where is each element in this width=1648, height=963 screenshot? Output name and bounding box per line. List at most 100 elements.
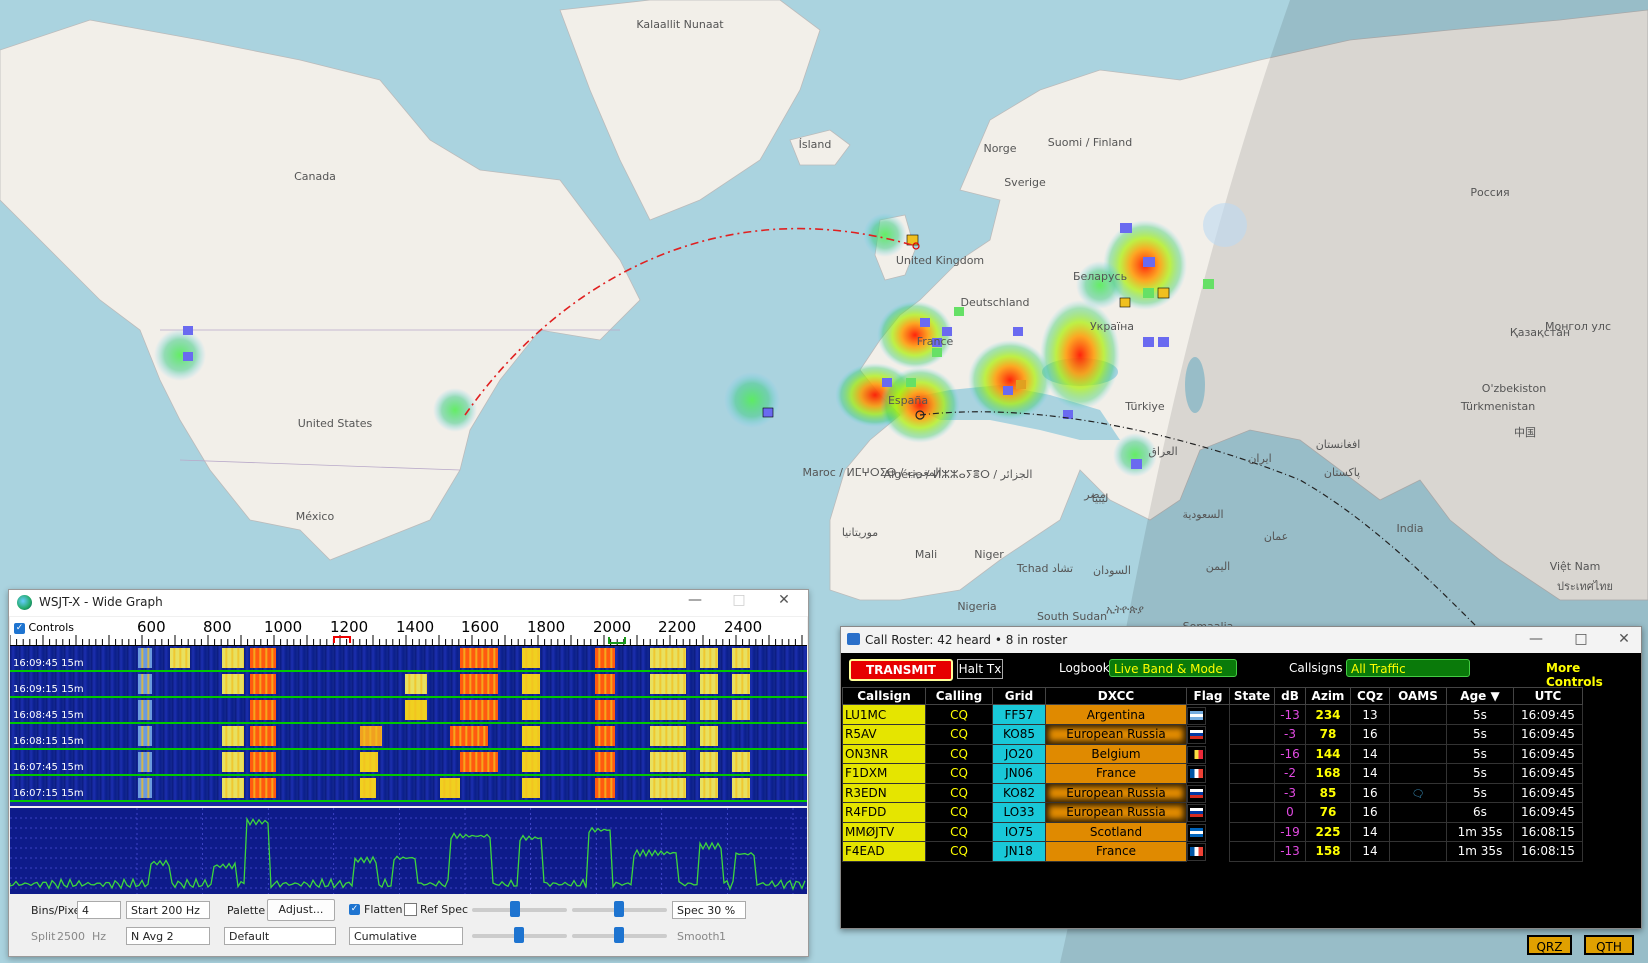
flag-cell[interactable] (1187, 784, 1206, 803)
cqz-cell[interactable]: 16 (1350, 724, 1390, 745)
calling-cell[interactable]: CQ (925, 763, 993, 784)
minimize-icon[interactable]: — (1521, 631, 1551, 647)
frequency-scale[interactable]: ✓ Controls 600 800 1000 1200 1400 1600 1… (10, 617, 807, 646)
azim-cell[interactable]: 158 (1305, 841, 1351, 862)
state-cell[interactable] (1229, 841, 1275, 862)
state-cell[interactable] (1229, 724, 1275, 745)
roster-row[interactable]: ON3NR CQ JO20 Belgium -16 144 14 5s 16:09:45 (842, 743, 1583, 764)
state-cell[interactable] (1229, 782, 1275, 803)
wide-graph-titlebar[interactable]: WSJT-X - Wide Graph — □ ✕ (9, 590, 808, 616)
col-dxcc[interactable]: DXCC (1045, 687, 1187, 705)
azim-cell[interactable]: 76 (1305, 802, 1351, 823)
minimize-icon[interactable]: — (680, 592, 710, 608)
cqz-cell[interactable]: 14 (1350, 821, 1390, 842)
db-cell[interactable]: -16 (1274, 743, 1306, 764)
spec-gain-slider-handle[interactable] (514, 927, 524, 943)
calling-cell[interactable]: CQ (925, 704, 993, 725)
col-age[interactable]: Age ▼ (1446, 687, 1514, 705)
grid-cell[interactable]: IO75 (992, 821, 1046, 842)
qrz-button[interactable]: QRZ (1527, 935, 1572, 955)
oams-cell[interactable] (1389, 704, 1447, 725)
close-icon[interactable]: ✕ (1609, 631, 1639, 647)
callsign-cell[interactable]: R4FDD (842, 802, 926, 823)
calling-cell[interactable]: CQ (925, 782, 993, 803)
palette-select[interactable]: Default (224, 927, 336, 945)
utc-cell[interactable]: 16:09:45 (1513, 763, 1583, 784)
dxcc-cell[interactable]: European Russia (1045, 724, 1187, 745)
zero-slider-handle[interactable] (614, 901, 624, 917)
state-cell[interactable] (1229, 743, 1275, 764)
grid-cell[interactable]: FF57 (992, 704, 1046, 725)
col-azim[interactable]: Azim (1305, 687, 1351, 705)
col-flag[interactable]: Flag (1186, 687, 1230, 705)
calling-cell[interactable]: CQ (925, 821, 993, 842)
db-cell[interactable]: 0 (1274, 802, 1306, 823)
transmit-button[interactable]: TRANSMIT (849, 659, 953, 681)
start-frequency-spinbox[interactable]: Start 200 Hz (126, 901, 210, 919)
dxcc-cell[interactable]: Argentina (1045, 704, 1187, 725)
spec-zero-slider-handle[interactable] (614, 927, 624, 943)
refspec-checkbox[interactable] (404, 903, 417, 916)
halt-tx-button[interactable]: Halt Tx (957, 659, 1003, 679)
cqz-cell[interactable]: 14 (1350, 743, 1390, 764)
col-callsign[interactable]: Callsign (842, 687, 926, 705)
col-db[interactable]: dB (1274, 687, 1306, 705)
gain-slider-handle[interactable] (510, 901, 520, 917)
flag-cell[interactable] (1187, 726, 1206, 744)
utc-cell[interactable]: 16:09:45 (1513, 704, 1583, 725)
flag-cell[interactable] (1187, 823, 1206, 842)
col-cqz[interactable]: CQz (1350, 687, 1390, 705)
col-oams[interactable]: OAMS (1389, 687, 1447, 705)
call-roster-window[interactable]: Call Roster: 42 heard • 8 in roster — □ … (840, 626, 1642, 929)
azim-cell[interactable]: 168 (1305, 763, 1351, 784)
grid-cell[interactable]: KO85 (992, 724, 1046, 745)
utc-cell[interactable]: 16:08:15 (1513, 821, 1583, 842)
oams-cell[interactable] (1389, 743, 1447, 764)
cqz-cell[interactable]: 13 (1350, 704, 1390, 725)
callsigns-select[interactable]: All Traffic (1346, 659, 1470, 677)
flag-cell[interactable] (1187, 765, 1206, 783)
dxcc-cell[interactable]: Belgium (1045, 743, 1187, 764)
logbook-select[interactable]: Live Band & Mode (1109, 659, 1237, 677)
wide-graph-window[interactable]: WSJT-X - Wide Graph — □ ✕ ✓ Controls 600… (8, 589, 809, 957)
cqz-cell[interactable]: 16 (1350, 802, 1390, 823)
oams-cell[interactable] (1389, 724, 1447, 745)
age-cell[interactable]: 6s (1446, 802, 1514, 823)
cqz-cell[interactable]: 16 (1350, 782, 1390, 803)
roster-row[interactable]: R3EDN CQ KO82 European Russia -3 85 16 🗨 5s 16:09… (842, 782, 1583, 803)
age-cell[interactable]: 5s (1446, 743, 1514, 764)
dxcc-cell[interactable]: France (1045, 763, 1187, 784)
col-calling[interactable]: Calling (925, 687, 993, 705)
utc-cell[interactable]: 16:09:45 (1513, 724, 1583, 745)
grid-cell[interactable]: JO20 (992, 743, 1046, 764)
state-cell[interactable] (1229, 802, 1275, 823)
grid-cell[interactable]: KO82 (992, 782, 1046, 803)
calling-cell[interactable]: CQ (925, 743, 993, 764)
bins-pixel-spinbox[interactable]: 4 (77, 901, 121, 919)
age-cell[interactable]: 5s (1446, 763, 1514, 784)
db-cell[interactable]: -13 (1274, 841, 1306, 862)
age-cell[interactable]: 5s (1446, 704, 1514, 725)
age-cell[interactable]: 1m 35s (1446, 821, 1514, 842)
waterfall-display[interactable]: 16:09:45 15m 16:09:15 15m 16:08:45 15m 16:0… (10, 646, 807, 806)
flag-cell[interactable] (1187, 706, 1206, 725)
age-cell[interactable]: 5s (1446, 724, 1514, 745)
azim-cell[interactable]: 234 (1305, 704, 1351, 725)
call-roster-titlebar[interactable]: Call Roster: 42 heard • 8 in roster — □ … (841, 627, 1641, 653)
utc-cell[interactable]: 16:08:15 (1513, 841, 1583, 862)
roster-row[interactable]: MMØJTV CQ IO75 Scotland -19 225 14 1m 35s 16:08:… (842, 821, 1583, 842)
calling-cell[interactable]: CQ (925, 841, 993, 862)
callsign-cell[interactable]: MMØJTV (842, 821, 926, 842)
col-state[interactable]: State (1229, 687, 1275, 705)
azim-cell[interactable]: 225 (1305, 821, 1351, 842)
oams-cell[interactable] (1389, 802, 1447, 823)
utc-cell[interactable]: 16:09:45 (1513, 743, 1583, 764)
adjust-button[interactable]: Adjust... (267, 899, 335, 921)
oams-cell[interactable] (1389, 821, 1447, 842)
roster-row[interactable]: F4EAD CQ JN18 France -13 158 14 1m 35s 16:08:15 (842, 841, 1583, 862)
age-cell[interactable]: 1m 35s (1446, 841, 1514, 862)
db-cell[interactable]: -2 (1274, 763, 1306, 784)
db-cell[interactable]: -19 (1274, 821, 1306, 842)
state-cell[interactable] (1229, 821, 1275, 842)
spec-percent-spinbox[interactable]: Spec 30 % (672, 901, 746, 919)
